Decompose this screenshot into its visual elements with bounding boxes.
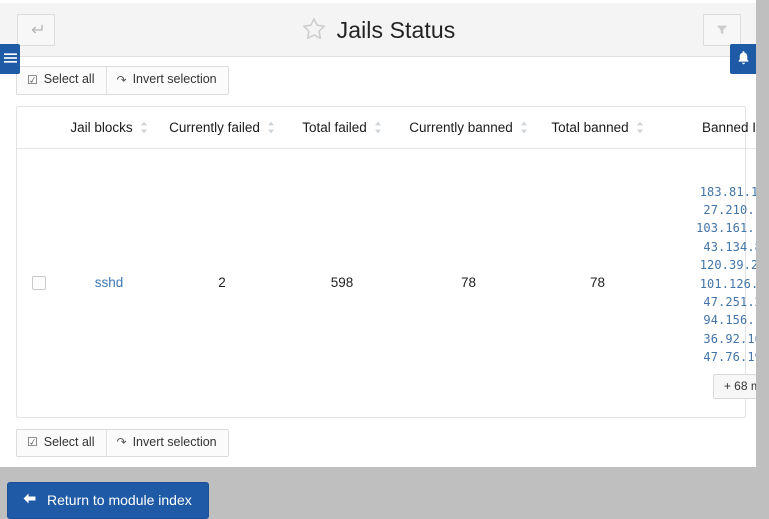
header-jail-blocks[interactable]: Jail blocks bbox=[61, 106, 157, 149]
banned-ip-item[interactable]: 120.39.211.213 bbox=[655, 256, 769, 274]
sort-icon[interactable] bbox=[267, 121, 275, 134]
return-to-module-index-button[interactable]: Return to module index bbox=[7, 482, 209, 519]
sidebar-toggle-tab[interactable] bbox=[0, 44, 20, 74]
banned-ip-item[interactable]: 27.210.154.97 bbox=[655, 201, 769, 219]
right-gutter bbox=[756, 0, 769, 467]
invert-selection-button-top[interactable]: ↷ Invert selection bbox=[106, 67, 228, 94]
selection-toolbar-top: ☑ Select all ↷ Invert selection bbox=[16, 66, 229, 95]
table-row: sshd 2 598 78 78 183.81.169.238 27.210.1… bbox=[17, 148, 769, 417]
arrow-left-icon bbox=[22, 492, 37, 508]
checkbox-checked-icon: ☑ bbox=[27, 435, 38, 450]
banned-ip-item[interactable]: 47.76.192.172 bbox=[655, 348, 769, 366]
footer-area: Return to module index bbox=[0, 467, 769, 519]
invert-share-icon: ↷ bbox=[116, 435, 127, 450]
jails-table: Jail blocks Currently failed Total faile… bbox=[17, 106, 769, 417]
hamburger-menu-icon bbox=[3, 52, 17, 67]
notifications-tab[interactable] bbox=[730, 44, 756, 74]
header-jail-blocks-label: Jail blocks bbox=[70, 119, 133, 135]
header-currently-banned-label: Currently banned bbox=[409, 119, 513, 135]
selection-toolbar-bottom-wrap: ☑ Select all ↷ Invert selection bbox=[16, 428, 747, 458]
table-header: Jail blocks Currently failed Total faile… bbox=[17, 106, 769, 149]
sort-icon[interactable] bbox=[520, 121, 528, 134]
invert-share-icon: ↷ bbox=[116, 72, 127, 87]
banned-ip-item[interactable]: 101.126.54.167 bbox=[655, 275, 769, 293]
main-content: ☑ Select all ↷ Invert selection Jail blo… bbox=[16, 66, 769, 509]
return-to-module-index-label: Return to module index bbox=[47, 492, 192, 508]
banned-ip-item[interactable]: 36.92.166.194 bbox=[655, 330, 769, 348]
funnel-filter-icon bbox=[715, 23, 729, 37]
banned-ip-item[interactable]: 47.251.21.133 bbox=[655, 293, 769, 311]
select-all-label-bottom: Select all bbox=[43, 434, 95, 449]
page-sheet: Jails Status ☑ Select all ↷ Invert selec… bbox=[0, 0, 769, 509]
header-select bbox=[17, 106, 61, 149]
row-banned-ip-list-cell: 183.81.169.238 27.210.154.97 103.161.133… bbox=[655, 148, 769, 417]
invert-selection-label-top: Invert selection bbox=[132, 72, 217, 86]
select-all-button-top[interactable]: ☑ Select all bbox=[17, 67, 107, 94]
header-currently-failed[interactable]: Currently failed bbox=[157, 106, 287, 149]
row-jail-cell: sshd bbox=[61, 148, 157, 417]
row-currently-banned-cell: 78 bbox=[460, 275, 477, 291]
invert-selection-label-bottom: Invert selection bbox=[132, 434, 217, 449]
banned-ip-list: 183.81.169.238 27.210.154.97 103.161.133… bbox=[655, 167, 769, 399]
star-outline-icon[interactable] bbox=[301, 16, 327, 45]
row-checkbox[interactable] bbox=[32, 276, 46, 291]
banned-ip-item[interactable]: 94.156.104.86 bbox=[655, 311, 769, 329]
title-group: Jails Status bbox=[0, 3, 756, 57]
header-total-failed[interactable]: Total failed bbox=[287, 106, 397, 149]
sort-icon[interactable] bbox=[140, 121, 148, 134]
banned-ip-item[interactable]: 103.161.133.159 bbox=[655, 219, 769, 237]
header-banned-ip-list[interactable]: Banned IP list bbox=[655, 106, 769, 149]
jails-table-card: Jail blocks Currently failed Total faile… bbox=[16, 105, 769, 418]
sort-icon[interactable] bbox=[636, 121, 644, 134]
table-header-row: Jail blocks Currently failed Total faile… bbox=[17, 106, 769, 149]
invert-selection-button-bottom[interactable]: ↷ Invert selection bbox=[106, 429, 228, 457]
page-title: Jails Status bbox=[336, 16, 456, 43]
row-select-cell bbox=[17, 148, 61, 417]
header-total-banned[interactable]: Total banned bbox=[540, 106, 655, 149]
banned-ip-item[interactable]: 183.81.169.238 bbox=[655, 183, 769, 201]
table-body: sshd 2 598 78 78 183.81.169.238 27.210.1… bbox=[17, 148, 769, 417]
sort-icon[interactable] bbox=[374, 121, 382, 134]
row-total-failed-cell: 598 bbox=[330, 275, 354, 291]
jail-name-link[interactable]: sshd bbox=[95, 275, 124, 290]
header-total-failed-label: Total failed bbox=[302, 119, 367, 135]
bell-notification-icon bbox=[736, 50, 751, 69]
header-currently-failed-label: Currently failed bbox=[169, 119, 260, 135]
row-currently-failed-cell: 2 bbox=[218, 275, 226, 291]
filter-button[interactable] bbox=[703, 14, 741, 46]
header-total-banned-label: Total banned bbox=[551, 119, 629, 135]
select-all-button-bottom[interactable]: ☑ Select all bbox=[17, 429, 107, 457]
selection-toolbar-bottom: ☑ Select all ↷ Invert selection bbox=[16, 428, 229, 458]
banned-ip-item[interactable]: 43.134.85.233 bbox=[655, 238, 769, 256]
title-bar: Jails Status bbox=[0, 3, 756, 57]
checkbox-checked-icon: ☑ bbox=[27, 72, 38, 87]
select-all-label-top: Select all bbox=[43, 72, 95, 86]
row-total-banned-cell: 78 bbox=[589, 275, 606, 291]
header-currently-banned[interactable]: Currently banned bbox=[397, 106, 540, 149]
